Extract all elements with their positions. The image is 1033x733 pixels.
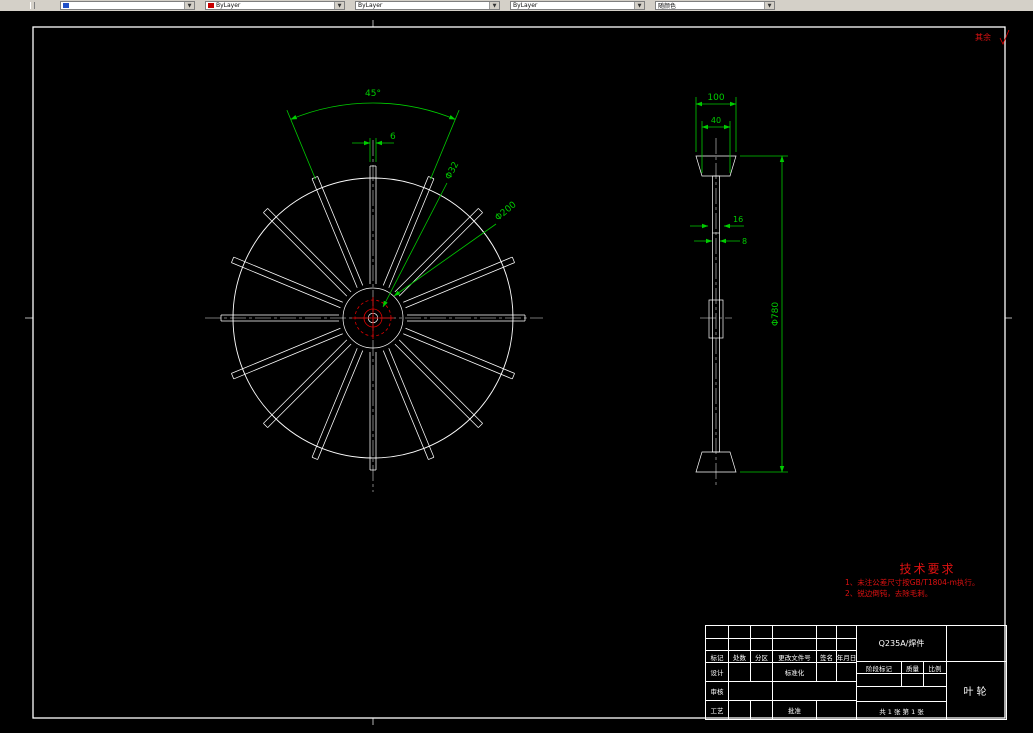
titleblock-cell: [728, 638, 750, 650]
titleblock-cell: [750, 662, 772, 681]
chevron-down-icon[interactable]: ▼: [334, 2, 344, 9]
titleblock-header-count: 处数: [728, 650, 750, 662]
dimension-6: 6: [352, 132, 396, 162]
titleblock-cell: [923, 673, 946, 686]
linetype-combo[interactable]: ByLayer ▼: [355, 1, 500, 10]
techreq-line-1: 1、未注公差尺寸按GB/T1804-m执行。: [845, 578, 980, 587]
titleblock-cell: [901, 673, 923, 686]
svg-text:8: 8: [742, 237, 747, 246]
titleblock-cell: [728, 662, 750, 681]
color-swatch-icon: [208, 3, 214, 8]
svg-text:Φ32: Φ32: [444, 160, 462, 181]
titleblock-part-name: 叶轮: [946, 661, 1006, 719]
titleblock-cell: [750, 626, 772, 638]
titleblock-header-sign: 签名: [816, 650, 836, 662]
titleblock-header-mark: 标记: [706, 650, 728, 662]
titleblock-cell: [836, 662, 856, 681]
titleblock-cell: [836, 638, 856, 650]
linetype-combo-value: ByLayer: [358, 2, 383, 9]
titleblock-cell: [816, 662, 836, 681]
titleblock-cell: [728, 700, 750, 719]
lineweight-combo[interactable]: ByLayer ▼: [510, 1, 645, 10]
svg-text:Φ200: Φ200: [494, 200, 519, 223]
plotstyle-combo[interactable]: 随颜色 ▼: [655, 1, 775, 10]
layer-icon: [63, 3, 69, 8]
dimension-16: 16: [690, 215, 744, 229]
titleblock-cell: [772, 681, 856, 700]
dimension-d32: Φ32: [382, 160, 462, 308]
titleblock-cell: [706, 626, 728, 638]
cad-application-window: ▼ ByLayer ▼ ByLayer ▼ ByLayer ▼ 随颜色 ▼ 45…: [0, 0, 1033, 733]
titleblock-approve-label: 批准: [772, 700, 816, 719]
chevron-down-icon[interactable]: ▼: [489, 2, 499, 9]
toolbar-grip[interactable]: [30, 2, 35, 9]
titleblock-cell: [728, 681, 772, 700]
titleblock-cell: [772, 626, 816, 638]
techreq-line-2: 2、锐边倒钝，去除毛刺。: [845, 589, 933, 598]
dimension-d780: Φ780: [740, 155, 788, 473]
chevron-down-icon[interactable]: ▼: [184, 2, 194, 9]
svg-text:40: 40: [711, 116, 721, 125]
color-combo[interactable]: ByLayer ▼: [205, 1, 345, 10]
titleblock-cell: [816, 638, 836, 650]
titleblock-cell: [772, 638, 816, 650]
titleblock-cell: [750, 638, 772, 650]
svg-text:Φ780: Φ780: [771, 302, 781, 327]
titleblock-sheet-info: 共 1 张 第 1 张: [856, 701, 946, 719]
chevron-down-icon[interactable]: ▼: [764, 2, 774, 9]
svg-text:16: 16: [733, 215, 743, 224]
techreq-title: 技术要求: [899, 562, 956, 576]
titleblock-cell: [816, 626, 836, 638]
layer-combo[interactable]: ▼: [60, 1, 195, 10]
titleblock-stage-label: 阶段标记: [856, 661, 901, 673]
titleblock-cell: [750, 700, 772, 719]
titleblock-header-docno: 更改文件号: [772, 650, 816, 662]
titleblock-header-zone: 分区: [750, 650, 772, 662]
svg-text:100: 100: [707, 93, 724, 103]
front-view: 45° 6 Φ32 Φ200: [205, 89, 543, 492]
titleblock-check-label: 审核: [706, 681, 728, 700]
plotstyle-combo-value: 随颜色: [658, 3, 677, 10]
titleblock-cell: [856, 686, 946, 701]
surface-note: 其余: [975, 33, 991, 42]
center-marks: [352, 297, 394, 339]
titleblock-cell: [816, 700, 856, 719]
titleblock-cell: [946, 626, 1006, 661]
technical-requirements: 技术要求 1、未注公差尺寸按GB/T1804-m执行。 2、锐边倒钝，去除毛刺。: [845, 560, 1010, 599]
titleblock-cell: [856, 673, 901, 686]
chevron-down-icon[interactable]: ▼: [634, 2, 644, 9]
svg-text:6: 6: [390, 132, 396, 142]
sheet-frame: [25, 20, 1012, 725]
titleblock-header-date: 年月日: [836, 650, 856, 662]
titleblock-design-label: 设计: [706, 662, 728, 681]
color-combo-value: ByLayer: [216, 2, 241, 9]
title-block: 标记 处数 分区 更改文件号 签名 年月日 设计 标准化 审核 工艺 批准 Q2…: [705, 625, 1007, 720]
titleblock-cell: [706, 638, 728, 650]
titleblock-cell: [836, 626, 856, 638]
titleblock-scale-label: 比例: [923, 661, 946, 673]
titleblock-cell: [728, 626, 750, 638]
titleblock-weight-label: 质量: [901, 661, 923, 673]
titleblock-standard-label: 标准化: [772, 662, 816, 681]
lineweight-combo-value: ByLayer: [513, 2, 538, 9]
svg-text:45°: 45°: [365, 89, 381, 99]
titleblock-material: Q235A/焊件: [856, 626, 946, 661]
side-view: 100 40 16 8 Φ780: [690, 93, 788, 488]
dimension-8: 8: [694, 237, 747, 246]
titleblock-process-label: 工艺: [706, 700, 728, 719]
